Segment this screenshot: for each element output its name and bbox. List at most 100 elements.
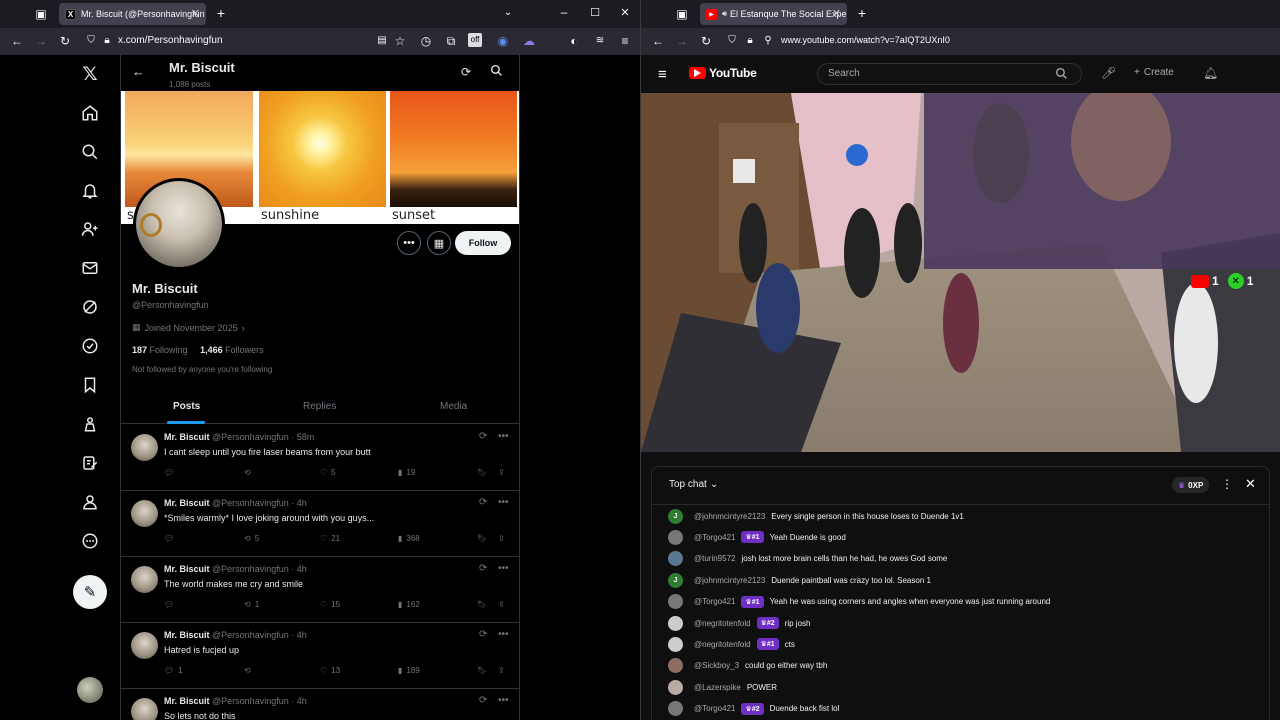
url-bar[interactable]: www.youtube.com/watch?v=7aIQT2UXnI0 xyxy=(781,35,950,45)
site-info-icon[interactable]: 🔒︎ xyxy=(99,34,115,50)
chat-author[interactable]: @Torgo421 xyxy=(694,533,735,542)
reply-button[interactable]: 💬︎ xyxy=(164,534,178,543)
create-button[interactable]: + Create xyxy=(1134,67,1174,78)
views-button[interactable]: ▮ 19 xyxy=(398,468,415,477)
chat-message[interactable]: @negritotenfold ♛#1 cts xyxy=(668,636,795,652)
minimize-icon[interactable]: – xyxy=(556,5,572,21)
chat-mode-dropdown[interactable]: Top chat ⌄ xyxy=(669,479,718,490)
extension-bar-icon[interactable]: ≋ xyxy=(592,34,608,50)
chat-message[interactable]: @turin9572 josh lost more brain cells tha… xyxy=(668,551,947,567)
reload-icon[interactable]: ↻ xyxy=(57,34,73,50)
account-avatar[interactable] xyxy=(77,677,103,703)
post-avatar[interactable] xyxy=(131,632,158,659)
post-more-icon[interactable]: ••• xyxy=(498,431,509,442)
channel-points-button[interactable]: ♛ 0XP xyxy=(1172,477,1210,493)
chat-avatar[interactable] xyxy=(668,551,683,567)
more-circle-icon[interactable] xyxy=(80,531,100,551)
grok-icon[interactable]: ⟳ xyxy=(479,563,487,574)
extension-icon[interactable]: ◉ xyxy=(495,34,511,50)
extension-cloud-icon[interactable]: ☁ xyxy=(521,34,537,50)
share-button[interactable]: ⇪ xyxy=(498,600,505,609)
premium-check-icon[interactable] xyxy=(80,336,100,356)
share-button[interactable]: ⇪ xyxy=(498,666,505,675)
like-button[interactable]: ♡ 21 xyxy=(320,534,340,543)
post[interactable]: Mr. Biscuit @Personhavingfun · 4h ⟳ ••• Hat… xyxy=(121,623,519,689)
reply-button[interactable]: 💬︎ xyxy=(164,600,178,609)
tab-media[interactable]: Media xyxy=(440,401,467,412)
chat-author[interactable]: @turin9572 xyxy=(694,554,735,563)
post-author[interactable]: Mr. Biscuit xyxy=(164,630,210,640)
chat-avatar[interactable] xyxy=(668,679,683,695)
post-avatar[interactable] xyxy=(131,500,158,527)
chat-avatar[interactable] xyxy=(668,529,683,545)
chat-message[interactable]: @Lazerspike POWER xyxy=(668,679,777,695)
chat-author[interactable]: @Torgo421 xyxy=(694,597,735,606)
compose-post-button[interactable]: ✎ xyxy=(73,575,107,609)
back-icon[interactable]: ← xyxy=(9,34,25,50)
chat-message[interactable]: @Sickboy_3 could go either way tbh xyxy=(668,658,827,674)
back-icon[interactable]: ← xyxy=(650,34,666,50)
views-button[interactable]: ▮ 169 xyxy=(398,666,420,675)
chat-message[interactable]: @negritotenfold ♛#2 rip josh xyxy=(668,615,810,631)
chat-author[interactable]: @negritotenfold xyxy=(694,619,751,628)
chat-avatar[interactable]: J xyxy=(668,572,683,588)
x-logo-icon[interactable]: 𝕏 xyxy=(80,64,100,85)
post-more-icon[interactable]: ••• xyxy=(498,497,509,508)
chat-avatar[interactable] xyxy=(668,701,683,717)
bookmark-button[interactable]: 🔖︎ xyxy=(477,666,487,675)
close-tab-icon[interactable]: ✕ xyxy=(191,7,200,20)
reload-icon[interactable]: ↻ xyxy=(698,34,714,50)
jobs-icon[interactable] xyxy=(80,414,100,434)
reader-view-icon[interactable]: ▤ xyxy=(374,34,390,50)
url-bar[interactable]: x.com/Personhavingfun xyxy=(118,35,223,46)
repost-button[interactable]: ⟲ xyxy=(244,666,255,675)
chat-author[interactable]: @Sickboy_3 xyxy=(694,661,739,670)
like-button[interactable]: ♡ 5 xyxy=(320,468,336,477)
close-tab-icon[interactable]: ✕ xyxy=(832,7,841,20)
close-chat-icon[interactable]: ✕ xyxy=(1245,476,1256,492)
explore-search-icon[interactable] xyxy=(80,142,100,162)
history-icon[interactable]: ◷ xyxy=(418,34,434,50)
follow-people-icon[interactable] xyxy=(80,219,100,239)
post-more-icon[interactable]: ••• xyxy=(498,695,509,706)
site-info-icon[interactable]: 🔒︎ xyxy=(742,34,758,50)
grok-icon[interactable]: ⟳ xyxy=(479,431,487,442)
chat-avatar[interactable] xyxy=(668,615,683,631)
tab-x-profile[interactable]: X Mr. Biscuit (@Personhavingfun ✕ xyxy=(59,3,206,25)
bookmark-button[interactable]: 🔖︎ xyxy=(477,534,487,543)
extensions-icon[interactable]: ⧉ xyxy=(443,34,459,50)
post[interactable]: Mr. Biscuit @Personhavingfun · 58m ⟳ ••• I … xyxy=(121,425,519,491)
like-button[interactable]: ♡ 13 xyxy=(320,666,340,675)
bookmark-button[interactable]: 🔖︎ xyxy=(477,468,487,477)
post-author[interactable]: Mr. Biscuit xyxy=(164,498,210,508)
reply-button[interactable]: 💬︎ 1 xyxy=(164,666,183,675)
chat-avatar[interactable] xyxy=(668,594,683,610)
post-more-icon[interactable]: ••• xyxy=(498,629,509,640)
chat-avatar[interactable]: J xyxy=(668,508,683,524)
tab-posts[interactable]: Posts xyxy=(173,401,200,412)
youtube-logo[interactable]: YouTube xyxy=(689,66,757,80)
reply-button[interactable]: 💬︎ xyxy=(164,468,178,477)
chat-message[interactable]: J @johnmcintyre2123 Duende paintball was c… xyxy=(668,572,931,588)
grok-icon[interactable]: ⟳ xyxy=(479,695,487,706)
chat-message[interactable]: @Torgo421 ♛#1 Yeah Duende is good xyxy=(668,529,846,545)
messages-envelope-icon[interactable] xyxy=(80,258,100,278)
shield-icon[interactable]: ⛉ xyxy=(83,34,99,50)
account-icon[interactable]: ◐ xyxy=(566,34,582,50)
chat-author[interactable]: @johnmcintyre2123 xyxy=(694,576,765,585)
bookmark-button[interactable]: 🔖︎ xyxy=(477,600,487,609)
notifications-bell-icon[interactable]: 🔔︎ xyxy=(1203,66,1218,80)
chat-author[interactable]: @johnmcintyre2123 xyxy=(694,512,765,521)
repost-button[interactable]: ⟲ 5 xyxy=(244,534,259,543)
post[interactable]: Mr. Biscuit @Personhavingfun · 4h ⟳ ••• So … xyxy=(121,689,519,720)
grok-refresh-icon[interactable]: ⟳ xyxy=(461,65,471,79)
views-button[interactable]: ▮ 162 xyxy=(398,600,420,609)
tab-audio-icon[interactable]: 🔊︎ xyxy=(722,9,727,19)
tab-list-chevron-icon[interactable]: ⌄ xyxy=(500,6,516,22)
more-vert-icon[interactable]: ⋮ xyxy=(1221,477,1233,491)
share-button[interactable]: ⇪ xyxy=(498,468,505,477)
chat-author[interactable]: @Torgo421 xyxy=(694,704,735,713)
menu-icon[interactable]: ≡ xyxy=(617,34,633,50)
search-input[interactable]: Search xyxy=(817,63,1082,85)
video-player[interactable]: 1 ✕ 1 xyxy=(641,93,1280,452)
